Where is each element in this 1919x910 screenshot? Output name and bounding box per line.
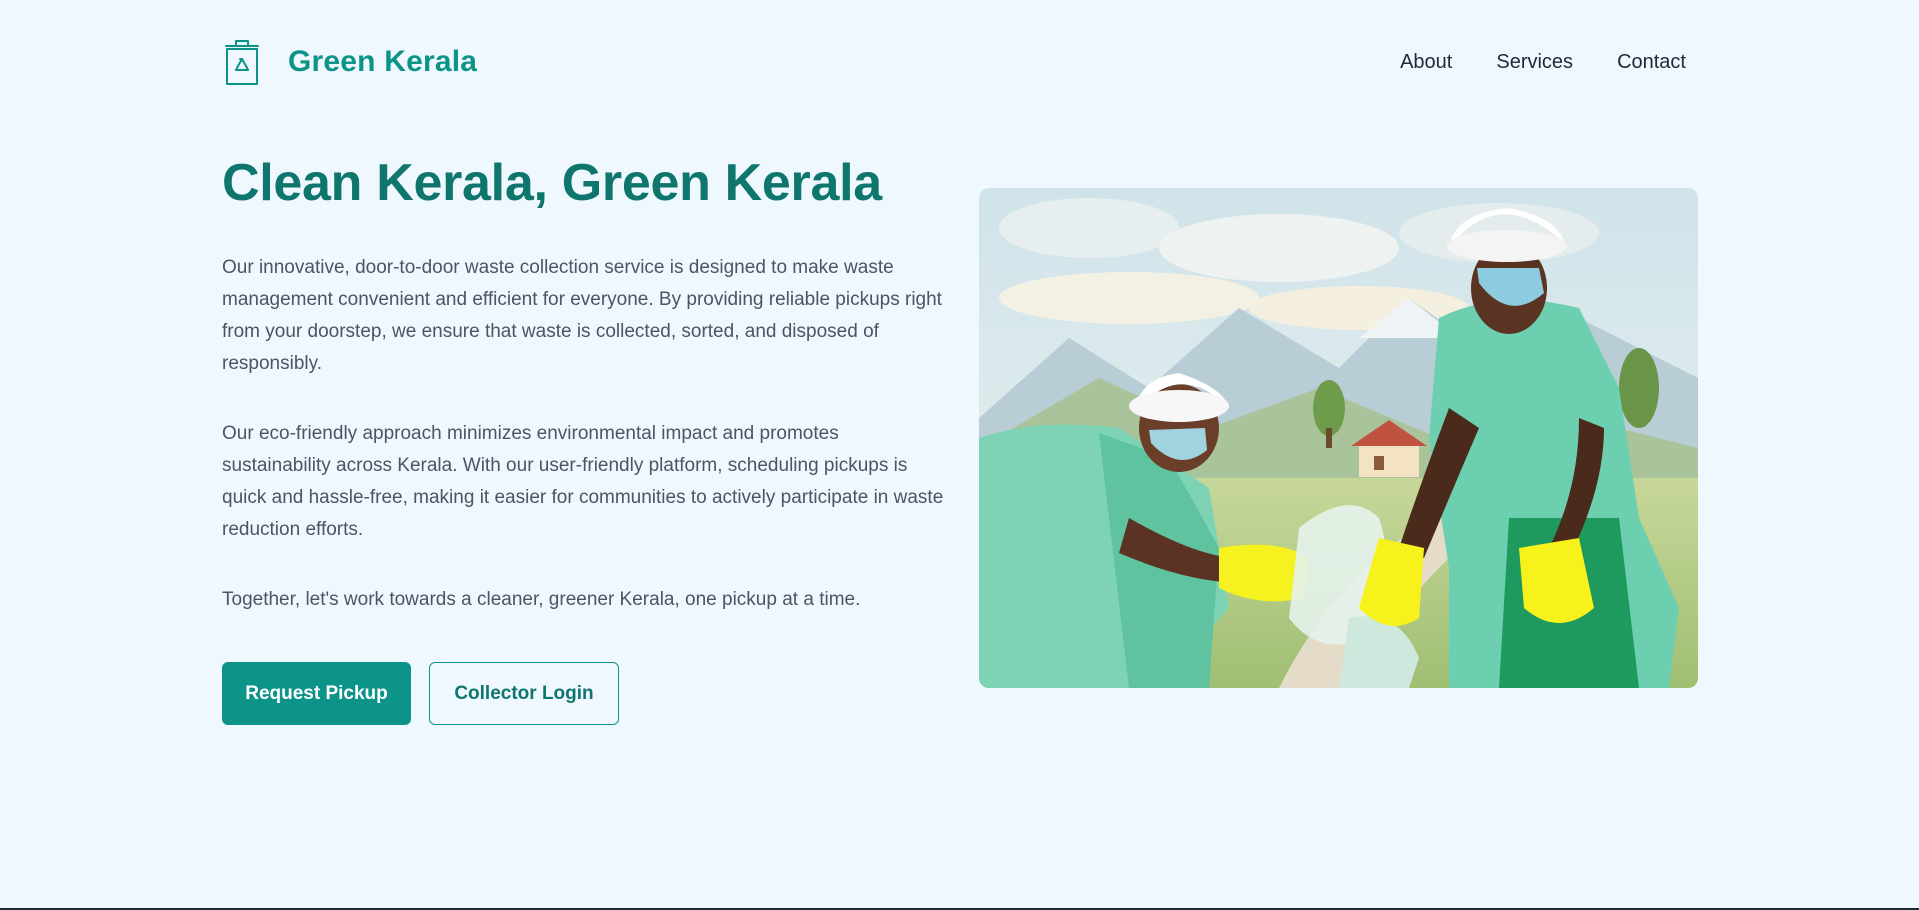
recycle-bin-icon xyxy=(222,36,262,88)
hero-buttons: Request Pickup Collector Login xyxy=(222,662,619,725)
landing-page: Green Kerala About Services Contact Clea… xyxy=(0,0,1919,910)
hero-paragraph-2: Our eco-friendly approach minimizes envi… xyxy=(222,423,944,540)
nav-contact[interactable]: Contact xyxy=(1617,51,1686,74)
brand-logo-link[interactable]: Green Kerala xyxy=(222,36,477,88)
hero-text-section: Clean Kerala, Green Kerala Our innovativ… xyxy=(222,150,952,616)
request-pickup-button[interactable]: Request Pickup xyxy=(222,662,411,725)
hero-paragraph-1: Our innovative, door-to-door waste colle… xyxy=(222,257,942,374)
main-nav: About Services Contact xyxy=(1400,51,1686,74)
hero-title: Clean Kerala, Green Kerala xyxy=(222,154,882,212)
collector-login-button[interactable]: Collector Login xyxy=(429,662,619,725)
waste-collectors-illustration xyxy=(979,188,1698,688)
nav-services[interactable]: Services xyxy=(1496,51,1573,74)
hero-paragraph-3: Together, let's work towards a cleaner, … xyxy=(222,589,861,610)
nav-about[interactable]: About xyxy=(1400,51,1452,74)
brand-name: Green Kerala xyxy=(288,45,478,78)
site-header: Green Kerala About Services Contact xyxy=(222,36,1686,88)
